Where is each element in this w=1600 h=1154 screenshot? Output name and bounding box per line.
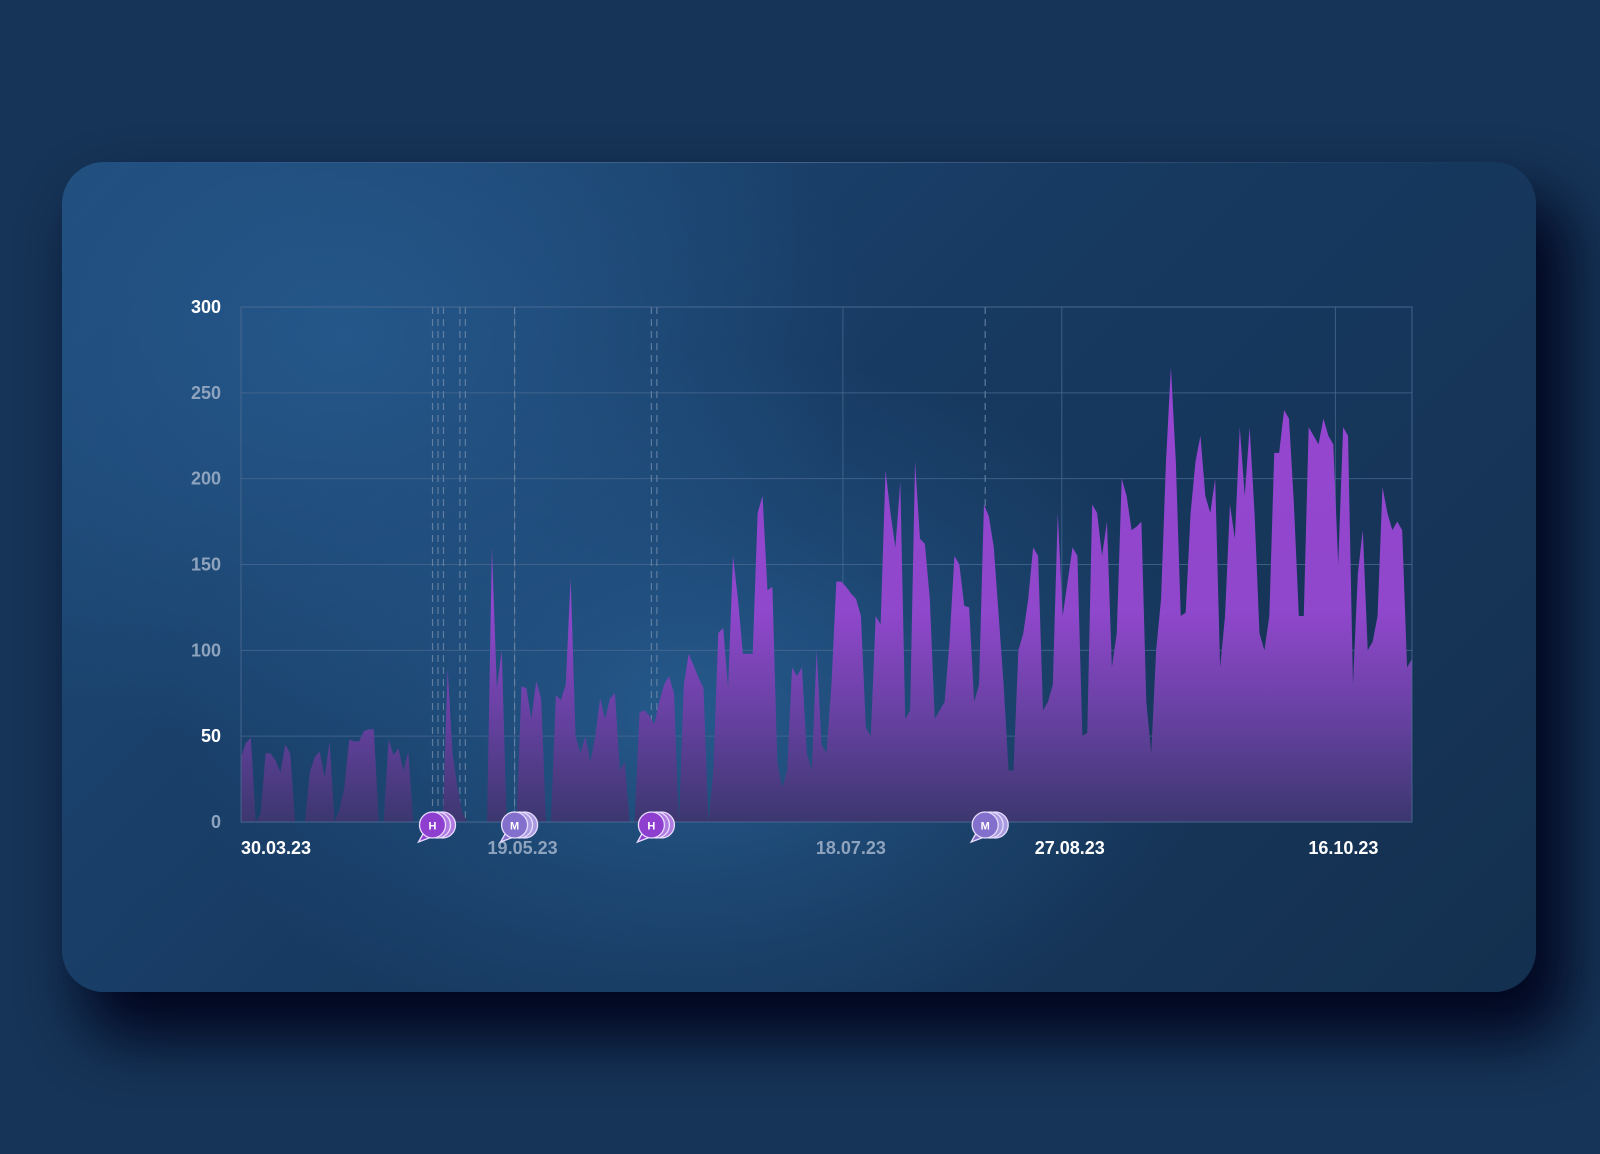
y-tick-label: 0 (211, 812, 221, 832)
x-tick-label: 27.08.23 (1035, 838, 1105, 858)
pin-label: H (647, 821, 655, 833)
x-axis: 30.03.23 19.05.23 18.07.23 27.08.23 16.10.23 (241, 838, 1378, 858)
y-axis: 0 50 100 150 200 250 300 (191, 297, 221, 832)
pin-label: M (510, 821, 519, 833)
y-tick-label: 300 (191, 297, 221, 317)
x-tick-label: 18.07.23 (816, 838, 886, 858)
area-chart: 0 50 100 150 200 250 300 30.03.23 19.05.23 18.07… (191, 297, 1413, 858)
x-tick-label: 30.03.23 (241, 838, 311, 858)
annotation-pin: H (635, 811, 676, 844)
series-area (241, 367, 1412, 822)
annotation-pin: H (417, 811, 457, 844)
y-tick-label: 250 (191, 383, 221, 403)
series-area-path (241, 367, 1412, 822)
annotation-pin: M (969, 811, 1009, 844)
y-tick-label: 150 (191, 555, 221, 575)
y-tick-label: 200 (191, 469, 221, 489)
y-tick-label: 50 (201, 726, 221, 746)
y-tick-label: 100 (191, 640, 221, 660)
x-tick-label: 19.05.23 (488, 838, 558, 858)
pin-label: M (981, 821, 990, 833)
x-tick-label: 16.10.23 (1308, 838, 1378, 858)
pin-label: H (429, 821, 437, 833)
